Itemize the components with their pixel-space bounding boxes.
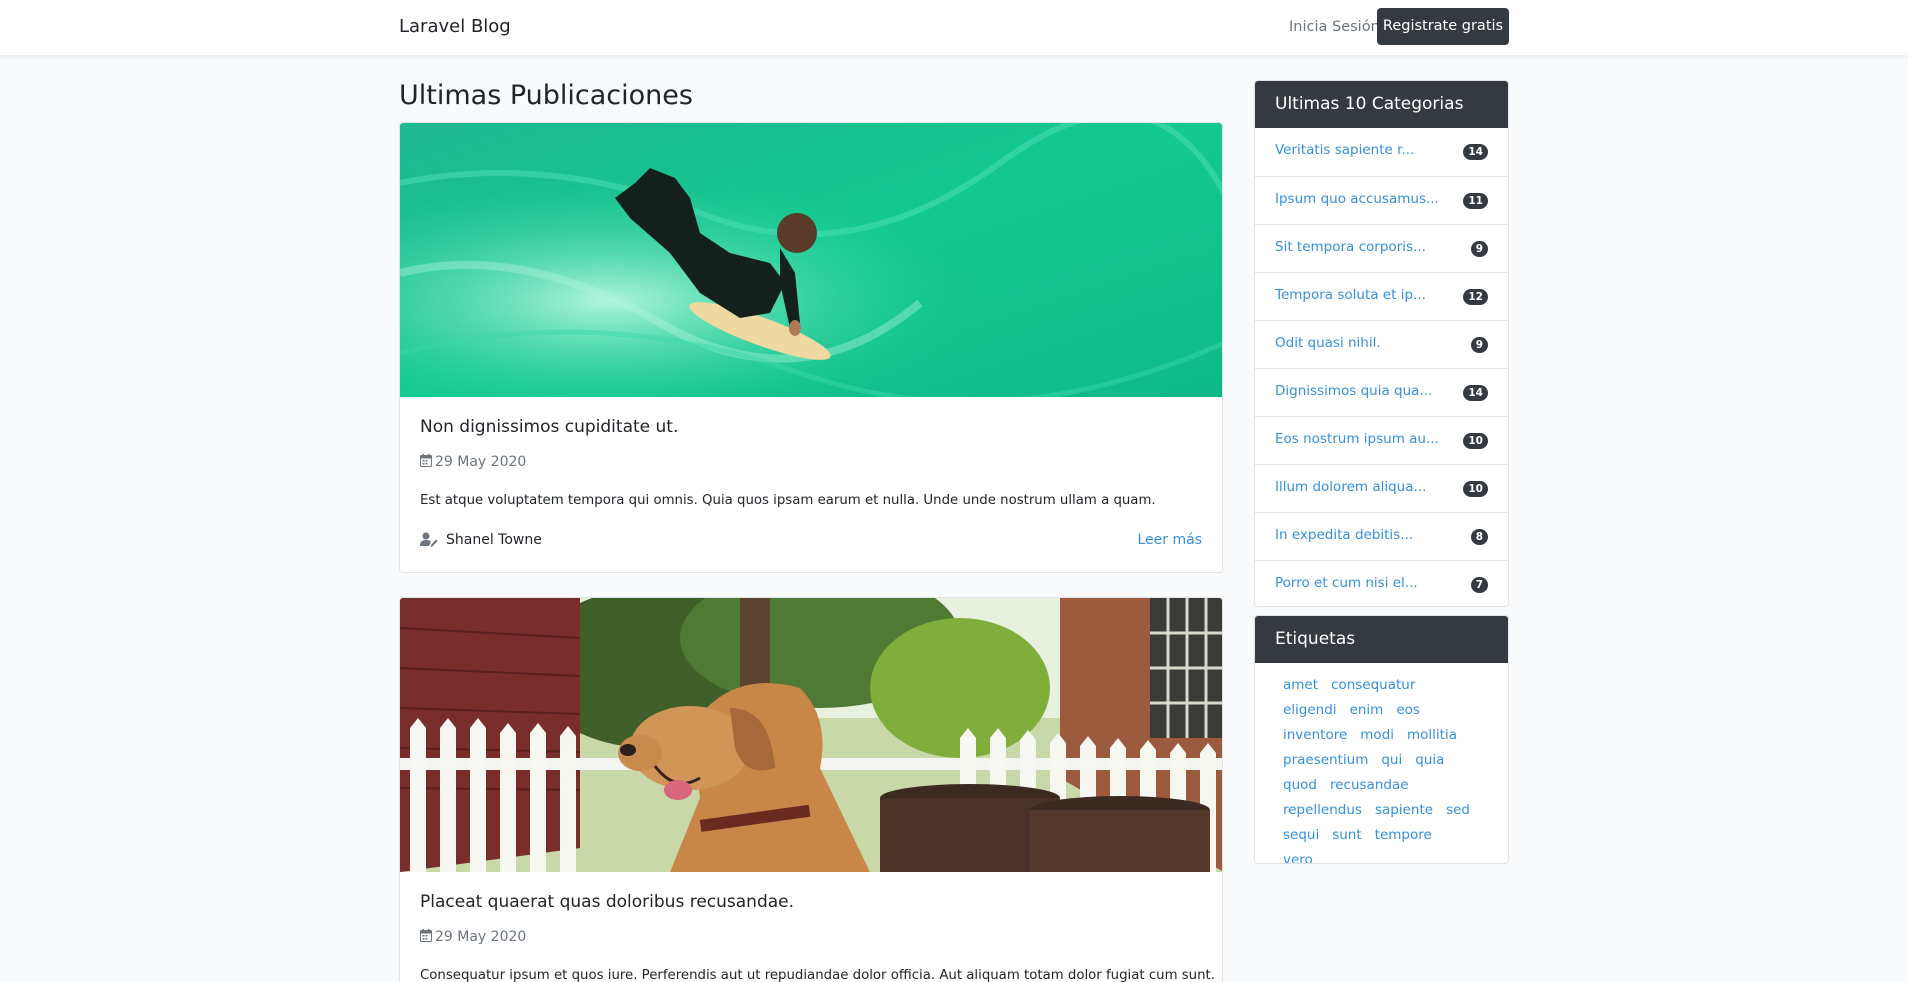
- tag-link[interactable]: modi: [1360, 724, 1394, 747]
- tag-link[interactable]: tempore: [1375, 824, 1432, 847]
- tags-cloud: amet consequatur eligendi enim eos inventor…: [1255, 663, 1508, 863]
- category-item: Dignissimos quia qua... 14: [1255, 368, 1508, 416]
- category-link[interactable]: Odit quasi nihil.: [1275, 335, 1381, 351]
- category-count-badge: 7: [1470, 577, 1488, 593]
- user-edit-icon: [420, 532, 438, 547]
- tag-link[interactable]: sed: [1446, 799, 1470, 822]
- page-title: Ultimas Publicaciones: [399, 80, 693, 111]
- post-excerpt: Est atque voluptatem tempora qui omnis. …: [420, 493, 1156, 508]
- category-item: Illum dolorem aliqua... 10: [1255, 464, 1508, 512]
- categories-list: Veritatis sapiente r... 14 Ipsum quo accu…: [1255, 128, 1508, 606]
- post-date: 29 May 2020: [420, 929, 526, 945]
- post-title[interactable]: Placeat quaerat quas doloribus recusanda…: [420, 892, 794, 912]
- category-count-badge: 14: [1463, 385, 1488, 401]
- category-count-badge: 12: [1463, 289, 1488, 305]
- tag-link[interactable]: amet: [1283, 674, 1318, 697]
- categories-header: Ultimas 10 Categorias: [1255, 81, 1508, 128]
- post-card: Non dignissimos cupiditate ut. 29 May 20…: [399, 122, 1223, 573]
- category-item: Porro et cum nisi el... 7: [1255, 560, 1508, 606]
- tag-link[interactable]: enim: [1350, 699, 1384, 722]
- category-count-badge: 9: [1470, 337, 1488, 353]
- category-link[interactable]: In expedita debitis...: [1275, 527, 1413, 543]
- post-author: Shanel Towne: [420, 532, 542, 548]
- category-item: Tempora soluta et ip... 12: [1255, 272, 1508, 320]
- category-count-badge: 10: [1463, 481, 1488, 497]
- category-item: Eos nostrum ipsum au... 10: [1255, 416, 1508, 464]
- category-item: In expedita debitis... 8: [1255, 512, 1508, 560]
- post-author-name: Shanel Towne: [446, 532, 542, 548]
- tag-link[interactable]: eos: [1396, 699, 1420, 722]
- category-item: Veritatis sapiente r... 14: [1255, 128, 1508, 176]
- tags-header: Etiquetas: [1255, 616, 1508, 663]
- tag-link[interactable]: repellendus: [1283, 799, 1362, 822]
- category-count-badge: 11: [1463, 193, 1488, 209]
- calendar-icon: [420, 929, 432, 942]
- brand-link[interactable]: Laravel Blog: [399, 16, 511, 37]
- tag-link[interactable]: mollitia: [1407, 724, 1457, 747]
- category-count-badge: 10: [1463, 433, 1488, 449]
- tag-link[interactable]: inventore: [1283, 724, 1347, 747]
- category-count-badge: 14: [1463, 144, 1488, 160]
- category-link[interactable]: Porro et cum nisi el...: [1275, 575, 1418, 591]
- post-excerpt: Consequatur ipsum et quos iure. Perferen…: [420, 968, 1215, 982]
- tag-link[interactable]: quia: [1415, 749, 1444, 772]
- post-title[interactable]: Non dignissimos cupiditate ut.: [420, 417, 678, 437]
- post-image-dog[interactable]: [400, 598, 1223, 872]
- category-link[interactable]: Veritatis sapiente r...: [1275, 142, 1414, 158]
- categories-panel: Ultimas 10 Categorias Veritatis sapiente…: [1254, 80, 1509, 607]
- category-link[interactable]: Illum dolorem aliqua...: [1275, 479, 1426, 495]
- category-link[interactable]: Dignissimos quia qua...: [1275, 383, 1432, 399]
- navbar: Laravel Blog Inicia Sesión Registrate gr…: [0, 0, 1908, 55]
- post-image-surfer[interactable]: [400, 123, 1223, 397]
- login-link[interactable]: Inicia Sesión: [1289, 19, 1380, 35]
- category-count-badge: 9: [1470, 241, 1488, 257]
- category-count-badge: 8: [1470, 529, 1488, 545]
- tag-link[interactable]: qui: [1381, 749, 1402, 772]
- tag-link[interactable]: vero: [1283, 849, 1313, 863]
- post-card: Placeat quaerat quas doloribus recusanda…: [399, 597, 1223, 982]
- post-date-text: 29 May 2020: [435, 454, 527, 470]
- tag-link[interactable]: sunt: [1332, 824, 1361, 847]
- post-date: 29 May 2020: [420, 454, 526, 470]
- calendar-icon: [420, 454, 432, 467]
- tag-link[interactable]: sapiente: [1375, 799, 1433, 822]
- tag-link[interactable]: sequi: [1283, 824, 1319, 847]
- register-button[interactable]: Registrate gratis: [1377, 8, 1509, 45]
- category-item: Sit tempora corporis... 9: [1255, 224, 1508, 272]
- tag-link[interactable]: quod: [1283, 774, 1317, 797]
- tag-link[interactable]: consequatur: [1331, 674, 1415, 697]
- category-link[interactable]: Tempora soluta et ip...: [1275, 287, 1426, 303]
- category-link[interactable]: Eos nostrum ipsum au...: [1275, 431, 1439, 447]
- category-link[interactable]: Ipsum quo accusamus...: [1275, 191, 1439, 207]
- category-link[interactable]: Sit tempora corporis...: [1275, 239, 1426, 255]
- tag-link[interactable]: recusandae: [1330, 774, 1409, 797]
- tags-panel: Etiquetas amet consequatur eligendi enim eo…: [1254, 615, 1509, 864]
- tag-link[interactable]: praesentium: [1283, 749, 1368, 772]
- tag-link[interactable]: eligendi: [1283, 699, 1337, 722]
- post-date-text: 29 May 2020: [435, 929, 527, 945]
- category-item: Ipsum quo accusamus... 11: [1255, 176, 1508, 224]
- read-more-link[interactable]: Leer más: [1138, 532, 1203, 548]
- category-item: Odit quasi nihil. 9: [1255, 320, 1508, 368]
